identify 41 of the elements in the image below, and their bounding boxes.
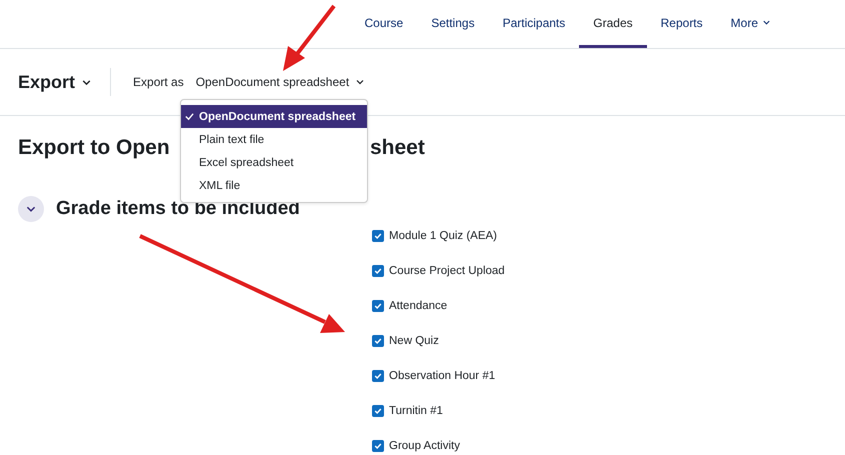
page-menu[interactable]: Export (18, 72, 92, 92)
check-icon (374, 442, 382, 450)
nav-tab[interactable]: Reports (646, 0, 717, 48)
checkbox-label: Group Activity (389, 440, 460, 452)
caret-icon (355, 77, 366, 87)
checkbox[interactable] (372, 230, 384, 242)
checkbox[interactable] (372, 370, 384, 382)
menu-option[interactable]: OpenDocument spreadsheet (181, 105, 367, 128)
format-select[interactable]: OpenDocument spreadsheet (196, 75, 366, 89)
checkbox[interactable] (372, 300, 384, 312)
check-icon (374, 336, 382, 344)
checkbox-label: Turnitin #1 (389, 404, 443, 416)
checkbox-label: Course Project Upload (389, 264, 505, 276)
checkbox-label: Observation Hour #1 (389, 370, 496, 382)
check-icon (374, 372, 382, 380)
check-icon (185, 112, 194, 121)
caret-icon (762, 18, 771, 27)
nav-tab[interactable]: Settings (417, 0, 489, 48)
checkbox[interactable] (372, 440, 384, 452)
checkbox-label: Module 1 Quiz (AEA) (389, 230, 498, 242)
checkbox-label: New Quiz (389, 334, 439, 346)
menu-option[interactable]: XML file (181, 174, 367, 197)
check-icon (374, 302, 382, 310)
nav-tab[interactable]: Participants (488, 0, 580, 48)
checkbox[interactable] (372, 404, 384, 416)
check-icon (374, 406, 382, 414)
annotation-arrow (283, 4, 336, 71)
page-heading: sheet (370, 136, 425, 160)
more-menu[interactable]: More (716, 0, 785, 48)
checkbox[interactable] (372, 334, 384, 346)
field-label: Export as (133, 75, 184, 89)
nav-tab[interactable]: Course (350, 0, 418, 48)
check-icon (374, 232, 382, 240)
menu-option[interactable]: Excel spreadsheet (181, 151, 367, 174)
nav-tab[interactable]: Grades (579, 0, 647, 48)
menu-option[interactable]: Plain text file (181, 128, 367, 151)
page-heading: Export to Open (18, 136, 170, 160)
checkbox[interactable] (372, 264, 384, 276)
checkbox-label: Attendance (389, 300, 448, 312)
collapse-toggle[interactable] (18, 196, 44, 222)
check-icon (374, 266, 382, 274)
